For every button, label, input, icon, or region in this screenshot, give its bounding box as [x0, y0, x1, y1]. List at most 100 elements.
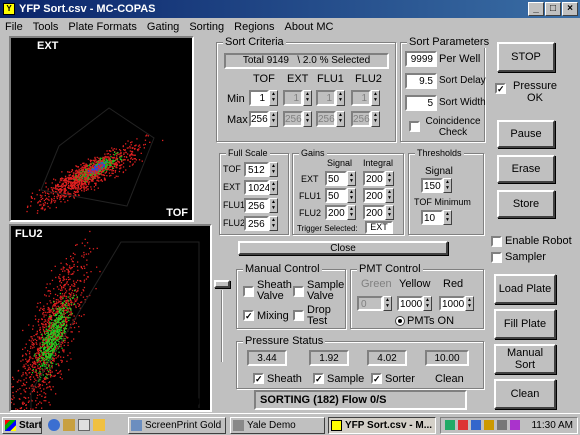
- fs-flu2-input[interactable]: 256: [244, 216, 269, 231]
- title-bar[interactable]: Y YFP Sort.csv - MC-COPAS _ □ ×: [0, 0, 580, 18]
- task-yfp-sort[interactable]: YFP Sort.csv - M...: [328, 417, 436, 434]
- mixing-checkbox[interactable]: ✓: [243, 310, 254, 321]
- start-button[interactable]: Start: [2, 417, 42, 434]
- fs-ext-spinner[interactable]: ▲ ▼: [269, 180, 278, 195]
- close-button[interactable]: Close: [238, 241, 448, 255]
- gain-ext-integral-input[interactable]: 200: [363, 171, 385, 186]
- gain-flu1-integral-spinner[interactable]: ▲ ▼: [385, 188, 394, 203]
- pmt-red-spinner[interactable]: ▲ ▼: [465, 296, 474, 311]
- gains-integral-header: Integral: [363, 158, 394, 168]
- ext-tof-plot[interactable]: EXT TOF: [9, 36, 194, 222]
- store-button[interactable]: Store: [497, 190, 555, 218]
- gain-flu2-signal-spinner[interactable]: ▲ ▼: [347, 205, 356, 220]
- tof-minimum-spinner[interactable]: ▲ ▼: [443, 210, 452, 225]
- menu-tools[interactable]: Tools: [33, 21, 59, 33]
- gain-ext-signal-input[interactable]: 50: [325, 171, 347, 186]
- fs-ext-input[interactable]: 1024: [244, 180, 270, 195]
- slider-handle[interactable]: [214, 280, 230, 288]
- flu2-flu1-plot[interactable]: FLU2 FLU1: [3, 224, 212, 434]
- gain-ext-signal-spinner[interactable]: ▲ ▼: [347, 171, 356, 186]
- per-well-input[interactable]: 9999: [405, 51, 437, 67]
- gain-flu2-signal-input[interactable]: 200: [325, 205, 347, 220]
- gain-flu1-signal-input[interactable]: 50: [325, 188, 347, 203]
- threshold-signal-spinner[interactable]: ▲ ▼: [443, 178, 452, 193]
- task-screenprint[interactable]: ScreenPrint Gold: [128, 417, 226, 434]
- sort-delay-input[interactable]: 9.5: [405, 73, 437, 89]
- menu-gating[interactable]: Gating: [147, 21, 179, 33]
- desktop-icon[interactable]: [78, 419, 90, 431]
- tray-icon-2[interactable]: [458, 420, 468, 430]
- min-ext-input: 1: [283, 90, 303, 106]
- pmt-control-title: PMT Control: [357, 263, 423, 275]
- gain-flu2-integral-input[interactable]: 200: [363, 205, 385, 220]
- sort-width-input[interactable]: 5: [405, 95, 437, 111]
- max-tof-spinner[interactable]: ▲ ▼: [269, 111, 278, 127]
- minimize-button[interactable]: _: [528, 2, 544, 16]
- sorter-pressure-checkbox[interactable]: ✓: [371, 373, 382, 384]
- speaker-icon[interactable]: [497, 420, 507, 430]
- threshold-signal-input[interactable]: 150: [421, 178, 443, 193]
- pmts-on-radio[interactable]: [395, 316, 405, 326]
- sorting-status: SORTING (182) Flow 0/S: [254, 390, 467, 410]
- tray-icon-1[interactable]: [445, 420, 455, 430]
- fs-flu2-spinner[interactable]: ▲ ▼: [269, 216, 278, 231]
- sort-parameters-title: Sort Parameters: [407, 36, 492, 48]
- menu-file[interactable]: File: [5, 21, 23, 33]
- col-ext: EXT: [287, 73, 309, 85]
- yfp-sort-icon: [331, 420, 342, 431]
- fs-tof-spinner[interactable]: ▲ ▼: [269, 162, 278, 177]
- sheath-valve-checkbox[interactable]: [243, 286, 254, 297]
- pause-button[interactable]: Pause: [497, 120, 555, 148]
- fs-flu1-spinner[interactable]: ▲ ▼: [269, 198, 278, 213]
- sheath-pressure-checkbox[interactable]: ✓: [253, 373, 264, 384]
- erase-button[interactable]: Erase: [497, 155, 555, 183]
- gain-flu2-integral-spinner[interactable]: ▲ ▼: [385, 205, 394, 220]
- fs-flu1-input[interactable]: 256: [244, 198, 269, 213]
- max-flu1-input: 256: [316, 111, 336, 127]
- tof-minimum-input[interactable]: 10: [421, 210, 443, 225]
- load-plate-button[interactable]: Load Plate: [494, 274, 556, 304]
- ie-icon[interactable]: [48, 419, 60, 431]
- sample-pressure-label: Sample: [327, 373, 365, 385]
- folder-icon[interactable]: [93, 419, 105, 431]
- pmt-green-spinner: ▲ ▼: [383, 296, 392, 311]
- tray-icon-4[interactable]: [484, 420, 494, 430]
- gain-flu1-integral-input[interactable]: 200: [363, 188, 385, 203]
- tray-icon-5[interactable]: [510, 420, 520, 430]
- task-yfp-sort-label: YFP Sort.csv - M...: [345, 420, 433, 431]
- task-yale-demo[interactable]: Yale Demo: [230, 417, 325, 434]
- app-icon: Y: [3, 3, 15, 15]
- min-tof-spinner[interactable]: ▲ ▼: [269, 90, 278, 106]
- manual-control-title: Manual Control: [243, 263, 322, 275]
- max-tof-input[interactable]: 256: [249, 111, 269, 127]
- menu-about[interactable]: About MC: [285, 21, 334, 33]
- sample-valve-checkbox[interactable]: [293, 286, 304, 297]
- pmt-yellow-input[interactable]: 1000: [397, 296, 423, 311]
- close-window-button[interactable]: ×: [562, 2, 578, 16]
- coincidence-check-box[interactable]: [409, 121, 420, 132]
- tray-icon-3[interactable]: [471, 420, 481, 430]
- sample-pressure-checkbox[interactable]: ✓: [313, 373, 324, 384]
- pmt-red-input[interactable]: 1000: [439, 296, 465, 311]
- gains-title: Gains: [299, 148, 327, 158]
- maximize-button[interactable]: □: [545, 2, 561, 16]
- pmt-green-label: Green: [361, 278, 392, 290]
- sampler-checkbox[interactable]: [491, 252, 502, 263]
- clean-button[interactable]: Clean: [494, 379, 556, 409]
- min-tof-input[interactable]: 1: [249, 90, 269, 106]
- outlook-icon[interactable]: [63, 419, 75, 431]
- menu-plate-formats[interactable]: Plate Formats: [68, 21, 136, 33]
- drop-test-checkbox[interactable]: [293, 310, 304, 321]
- menu-regions[interactable]: Regions: [234, 21, 274, 33]
- gain-ext-integral-spinner[interactable]: ▲ ▼: [385, 171, 394, 186]
- gain-flu1-signal-spinner[interactable]: ▲ ▼: [347, 188, 356, 203]
- fs-tof-input[interactable]: 512: [244, 162, 269, 177]
- menu-sorting[interactable]: Sorting: [189, 21, 224, 33]
- pmt-yellow-spinner[interactable]: ▲ ▼: [423, 296, 432, 311]
- manual-sort-button[interactable]: Manual Sort: [494, 344, 556, 374]
- stop-button[interactable]: STOP: [497, 42, 555, 72]
- fill-plate-button[interactable]: Fill Plate: [494, 309, 556, 339]
- pressure-ok-checkbox[interactable]: ✓: [495, 83, 506, 94]
- tof-minimum-label: TOF Minimum: [414, 197, 471, 207]
- enable-robot-checkbox[interactable]: [491, 236, 502, 247]
